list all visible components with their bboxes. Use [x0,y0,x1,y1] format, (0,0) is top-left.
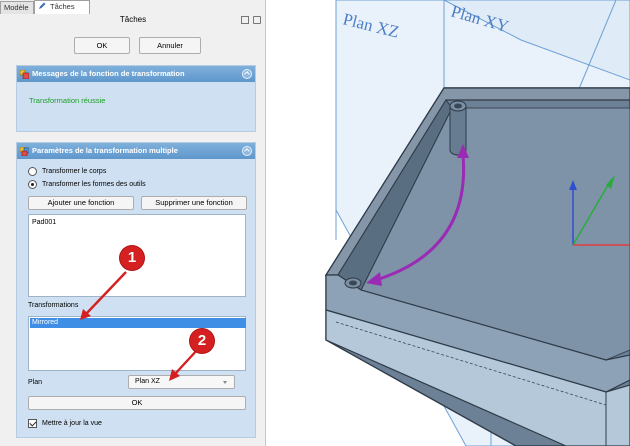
arrow-to-transformations [85,271,127,315]
pillar-front-hole [349,280,357,286]
arrow-to-plane-select [174,348,199,375]
app-window: Modèle Tâches Tâches OK Annuler Messages… [0,0,630,446]
annotation-overlay [80,271,199,381]
annotation-badge-1: 1 [120,246,144,270]
pillar-back-hole [454,103,462,109]
3d-viewport[interactable]: Plan XZ Plan XY [266,0,630,446]
task-panel: Modèle Tâches Tâches OK Annuler Messages… [0,0,266,446]
3d-scene: Plan XZ Plan XY [324,0,630,446]
annotation-badge-2: 2 [190,329,214,353]
